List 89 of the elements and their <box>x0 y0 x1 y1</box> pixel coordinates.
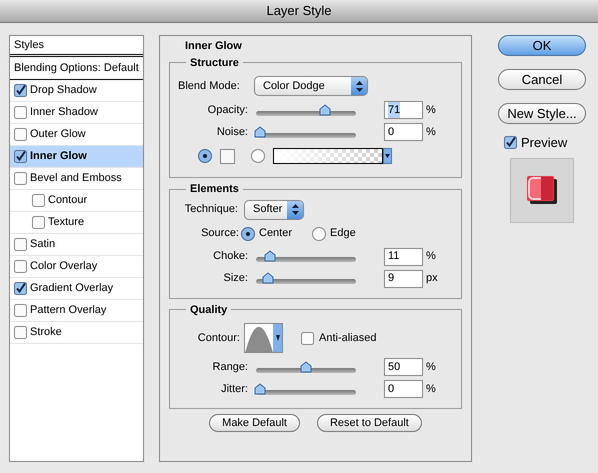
field-label: Blend Mode: <box>178 78 241 94</box>
slider[interactable] <box>254 360 358 374</box>
checkbox[interactable] <box>504 136 517 150</box>
unit-label: % <box>425 102 436 118</box>
field-label: Technique: <box>184 202 239 218</box>
list-header: Styles <box>10 36 143 57</box>
checkbox[interactable] <box>14 150 27 163</box>
slider[interactable] <box>254 250 358 263</box>
list-item[interactable]: Blending Options: Default <box>10 58 143 80</box>
radio-button[interactable] <box>251 149 265 163</box>
slider-thumb[interactable] <box>254 126 266 138</box>
list-item[interactable]: Drop Shadow <box>10 80 143 102</box>
list-item[interactable]: Color Overlay <box>10 256 143 278</box>
checkbox-label: Preview <box>521 134 568 152</box>
checkbox-label: Anti-aliased <box>319 330 376 346</box>
radio-button[interactable] <box>198 149 212 163</box>
unit-label: % <box>425 249 436 264</box>
checkbox[interactable] <box>14 326 27 339</box>
field-label: Choke: <box>212 249 249 264</box>
button[interactable]: OK <box>498 35 586 56</box>
unit-label: % <box>425 124 436 140</box>
number-field[interactable]: 9 <box>384 270 423 288</box>
slider[interactable] <box>254 104 358 116</box>
radio-label: Center <box>258 226 294 242</box>
color-swatch[interactable] <box>220 148 235 164</box>
radio-label: Edge <box>329 226 357 242</box>
button[interactable]: Cancel <box>498 69 586 90</box>
slider-thumb[interactable] <box>262 272 274 284</box>
checkbox[interactable] <box>14 84 27 97</box>
slider-thumb[interactable] <box>254 382 266 394</box>
stepper-icon <box>292 204 298 215</box>
button[interactable]: Make Default <box>209 414 300 432</box>
radio-button[interactable] <box>312 226 326 240</box>
list-item[interactable]: Satin <box>10 234 143 256</box>
contour-picker[interactable] <box>244 323 283 353</box>
field-label: Opacity: <box>206 102 249 118</box>
unit-label: px <box>425 271 438 286</box>
field-label: Range: <box>212 360 249 375</box>
caret-icon <box>385 154 390 158</box>
checkbox[interactable] <box>301 332 314 344</box>
button[interactable]: New Style... <box>498 103 586 124</box>
slider-thumb[interactable] <box>300 360 312 372</box>
field-label: Source: <box>200 226 240 242</box>
number-field[interactable]: 50 <box>384 358 423 376</box>
button[interactable]: Reset to Default <box>316 414 422 432</box>
group-title: Elements <box>189 182 240 197</box>
checkbox[interactable] <box>14 172 27 185</box>
group-title: Structure <box>189 56 240 70</box>
checkbox[interactable] <box>14 260 27 273</box>
list-item[interactable]: Inner Glow <box>10 146 143 168</box>
dropdown[interactable]: Color Dodge <box>254 76 368 96</box>
list-item[interactable]: Inner Shadow <box>10 102 143 124</box>
checkbox[interactable] <box>14 106 27 119</box>
list-item[interactable]: Contour <box>10 190 143 212</box>
number-field[interactable]: 0 <box>384 380 423 398</box>
checkbox[interactable] <box>14 282 27 295</box>
list-item[interactable]: Gradient Overlay <box>10 278 143 300</box>
dropdown[interactable]: Softer <box>244 200 304 220</box>
checkbox[interactable] <box>14 304 27 317</box>
panel-title: Inner Glow <box>184 39 243 54</box>
checkbox[interactable] <box>14 238 27 251</box>
checkbox[interactable] <box>32 194 45 207</box>
field-label: Contour: <box>196 330 241 346</box>
radio-button[interactable] <box>241 226 255 240</box>
gradient-picker[interactable] <box>273 148 392 164</box>
list-item[interactable]: Pattern Overlay <box>10 300 143 322</box>
list-item[interactable]: Bevel and Emboss <box>10 168 143 190</box>
field-label: Size: <box>222 271 249 286</box>
unit-label: % <box>425 382 436 397</box>
checkbox[interactable] <box>32 216 45 229</box>
window-title: Layer Style <box>266 2 332 20</box>
list-item[interactable]: Stroke <box>10 322 143 344</box>
group-title: Quality <box>189 302 228 318</box>
preview-thumbnail <box>510 158 574 222</box>
slider[interactable] <box>254 272 358 285</box>
caret-icon <box>276 335 280 341</box>
number-field[interactable]: 0 <box>384 123 423 141</box>
field-label: Noise: <box>216 124 249 140</box>
field-label: Jitter: <box>220 382 249 397</box>
number-field[interactable]: 71 <box>384 101 423 119</box>
list-item[interactable]: Texture <box>10 212 143 234</box>
slider[interactable] <box>254 126 358 138</box>
number-field[interactable]: 11 <box>384 248 423 266</box>
slider-thumb[interactable] <box>319 104 332 116</box>
stepper-icon <box>356 80 362 92</box>
unit-label: % <box>425 360 436 375</box>
checkbox[interactable] <box>14 128 27 141</box>
slider-thumb[interactable] <box>264 250 276 262</box>
slider[interactable] <box>254 382 358 396</box>
